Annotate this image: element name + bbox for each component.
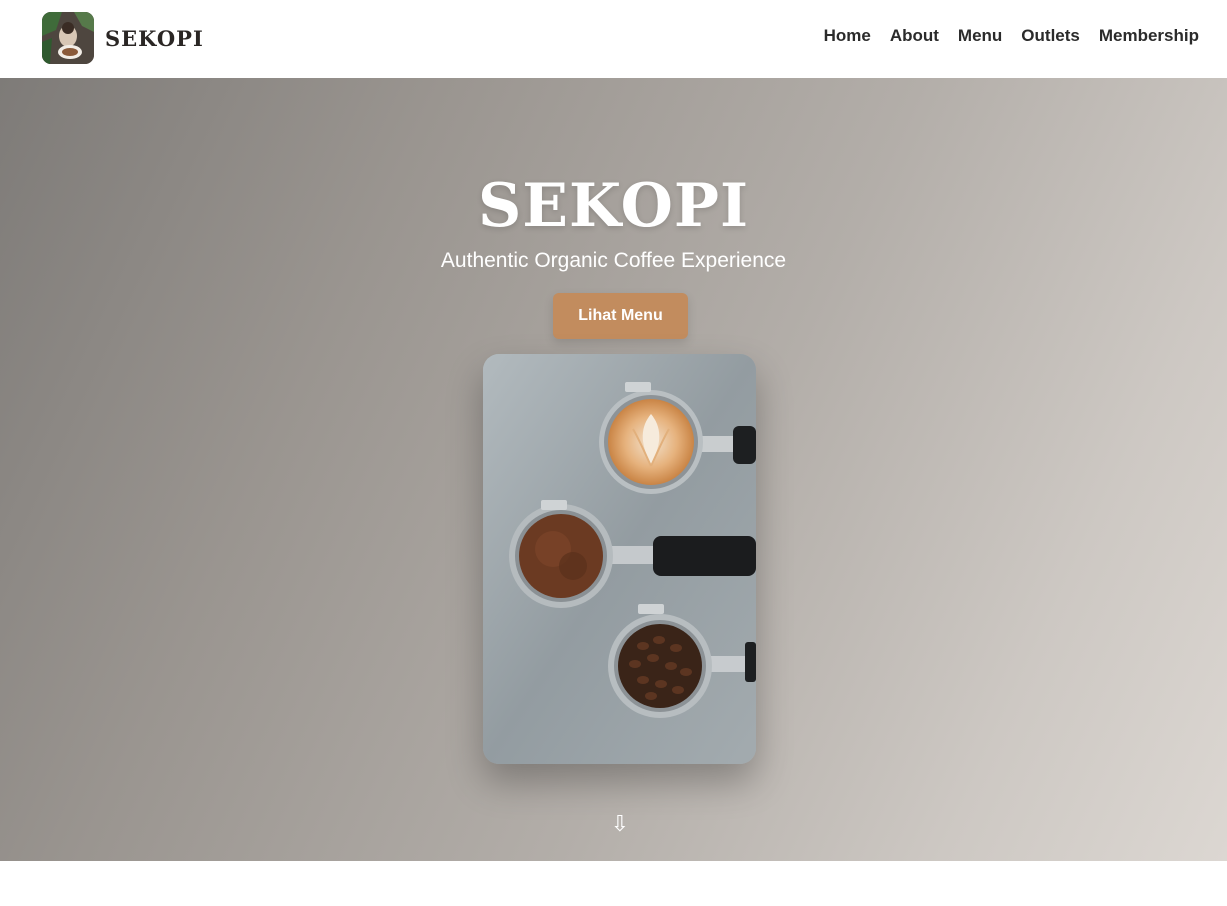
brand[interactable]: SEKOPI [42,12,204,64]
nav-link-menu[interactable]: Menu [958,26,1002,46]
nav-link-home[interactable]: Home [824,26,871,46]
view-menu-button[interactable]: Lihat Menu [553,293,688,339]
hero-section: SEKOPI Authentic Organic Coffee Experien… [0,78,1227,861]
coffee-portafilters-image [483,354,756,764]
brand-logo-image [42,12,94,64]
arrow-down-icon[interactable]: ⇩ [600,812,640,837]
hero-coffee-photo [483,354,756,764]
nav-link-membership[interactable]: Membership [1099,26,1199,46]
hero-title: SEKOPI [477,171,750,241]
nav-menu: Home About Menu Outlets Membership [805,26,1199,46]
brand-logo[interactable] [42,12,94,64]
nav-link-about[interactable]: About [890,26,939,46]
hero-subtitle: Authentic Organic Coffee Experience [440,249,787,272]
brand-name[interactable]: SEKOPI [105,26,204,51]
navbar: SEKOPI Home About Menu Outlets Membershi… [0,0,1227,78]
nav-link-outlets[interactable]: Outlets [1021,26,1080,46]
